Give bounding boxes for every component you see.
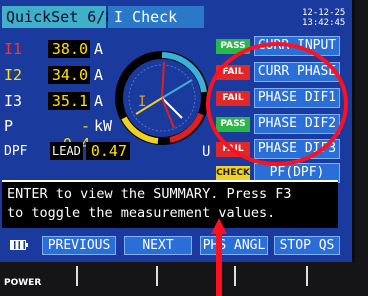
help-message-line-2: to toggle the measurement values. xyxy=(7,205,276,221)
status-badge-check: CHECK xyxy=(216,166,250,181)
vector-u-label: U xyxy=(202,144,210,156)
p-value: - 0.4 xyxy=(63,117,90,153)
date-readout: 12-12-25 xyxy=(302,8,346,18)
i2-value: 34.0 xyxy=(48,66,90,84)
i1-label: I1 xyxy=(4,40,23,58)
tab-i-check[interactable]: I Check xyxy=(108,6,204,28)
time-readout: 13:42:45 xyxy=(302,18,346,28)
f4-key-marker[interactable] xyxy=(306,266,308,286)
vector-blue xyxy=(161,79,193,99)
power-label: POWER xyxy=(4,278,42,288)
annotation-highlight-ring xyxy=(206,42,348,166)
dpf-label: DPF xyxy=(4,144,28,159)
f4-stop-quickset-button[interactable]: STOP QS xyxy=(274,236,340,255)
help-message-line-1: ENTER to view the SUMMARY. Press F3 xyxy=(7,186,292,202)
f2-next-button[interactable]: NEXT xyxy=(124,236,192,255)
battery-icon xyxy=(10,240,28,250)
f2-key-marker[interactable] xyxy=(156,266,158,286)
i1-unit: A xyxy=(94,40,104,58)
p-label: P xyxy=(4,117,14,135)
phase-vector-diagram: I U xyxy=(115,51,210,156)
f1-key-marker[interactable] xyxy=(76,266,78,286)
vector-i-label: I xyxy=(138,94,146,110)
i1-value: 38.0 xyxy=(48,40,90,58)
quickset-step-indicator: QuickSet 6/8 xyxy=(2,6,114,28)
i2-label: I2 xyxy=(4,66,23,84)
i3-value: 35.1 xyxy=(48,92,90,110)
help-message-panel: ENTER to view the SUMMARY. Press F3 to t… xyxy=(2,180,338,228)
annotation-arrow-icon xyxy=(211,218,227,234)
instrument-screen: QuickSet 6/8 I Check 12-12-25 13:42:45 I… xyxy=(0,0,355,262)
dpf-lead-indicator: LEAD xyxy=(50,142,83,160)
vector-red-lower xyxy=(161,97,175,129)
annotation-arrow-shaft xyxy=(216,232,222,296)
i3-unit: A xyxy=(94,92,104,110)
f1-previous-button[interactable]: PREVIOUS xyxy=(42,236,116,255)
i2-unit: A xyxy=(94,66,104,84)
vector-red-upper xyxy=(161,61,165,99)
f3-phase-angle-button[interactable]: PHS ANGL xyxy=(200,236,268,255)
f3-key-marker[interactable] xyxy=(234,266,236,286)
i3-label: I3 xyxy=(4,92,23,110)
